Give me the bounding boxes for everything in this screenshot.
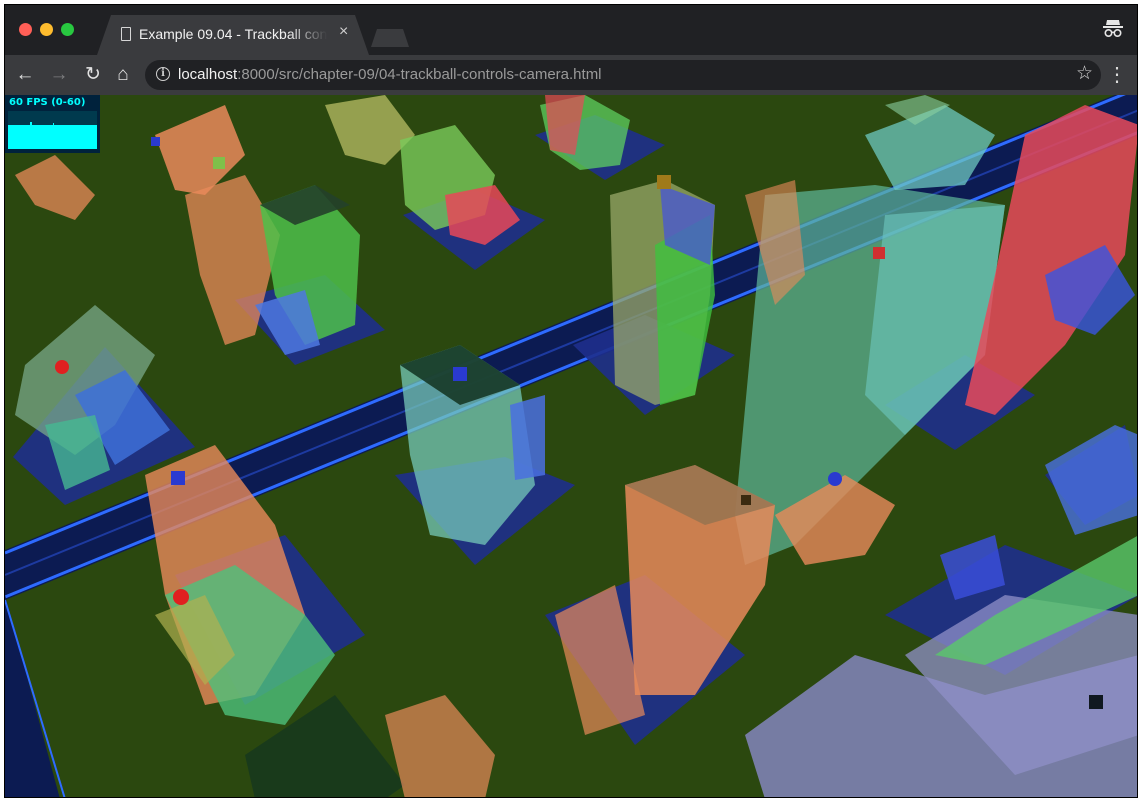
page-icon	[121, 27, 131, 41]
rooftop-cube	[873, 247, 885, 259]
rooftop-cylinder	[173, 589, 189, 605]
building	[385, 695, 495, 797]
fps-graph	[8, 111, 97, 149]
tab-active[interactable]: Example 09.04 - Trackball controls ×	[97, 15, 369, 55]
webgl-canvas[interactable]: 60 FPS (0-60)	[5, 95, 1138, 798]
url-host: localhost	[178, 66, 238, 83]
maximize-window-button[interactable]	[61, 23, 74, 36]
rooftop-cube	[213, 157, 225, 169]
rooftop-cube	[171, 471, 185, 485]
home-icon[interactable]: ⌂	[111, 63, 135, 87]
fps-stats-panel[interactable]: 60 FPS (0-60)	[5, 95, 100, 153]
incognito-icon	[1103, 20, 1123, 38]
tab-title: Example 09.04 - Trackball controls	[139, 26, 327, 42]
rooftop-cube	[741, 495, 751, 505]
close-window-button[interactable]	[19, 23, 32, 36]
url-text[interactable]: localhost:8000/src/chapter-09/04-trackba…	[178, 66, 602, 83]
info-icon[interactable]: i	[156, 67, 170, 81]
city-scene[interactable]	[5, 95, 1138, 798]
rooftop-cube	[657, 175, 671, 189]
back-icon[interactable]: ←	[13, 63, 37, 87]
rooftop-cube	[151, 137, 160, 146]
building	[15, 155, 95, 220]
url-path: :8000/src/chapter-09/04-trackball-contro…	[237, 66, 602, 83]
rooftop-cube	[1089, 695, 1103, 709]
reload-icon[interactable]: ↻	[81, 63, 105, 87]
rooftop-cube	[453, 367, 467, 381]
tab-close-icon[interactable]: ×	[339, 24, 348, 40]
rooftop-cylinder	[828, 472, 842, 486]
menu-icon[interactable]: ⋮	[1105, 63, 1129, 87]
building	[1045, 425, 1137, 535]
minimize-window-button[interactable]	[40, 23, 53, 36]
browser-window: Example 09.04 - Trackball controls × ← →…	[4, 4, 1138, 798]
star-icon[interactable]: ☆	[1076, 62, 1093, 85]
forward-icon[interactable]: →	[47, 63, 71, 87]
building	[510, 395, 545, 480]
address-bar[interactable]: i localhost:8000/src/chapter-09/04-track…	[145, 60, 1101, 90]
fps-label: 60 FPS (0-60)	[9, 97, 86, 108]
new-tab-button[interactable]	[371, 29, 409, 47]
rooftop-cylinder	[55, 360, 69, 374]
browser-toolbar: ← → ↻ ⌂ i localhost:8000/src/chapter-09/…	[5, 55, 1137, 95]
tab-strip: Example 09.04 - Trackball controls ×	[5, 5, 1137, 55]
